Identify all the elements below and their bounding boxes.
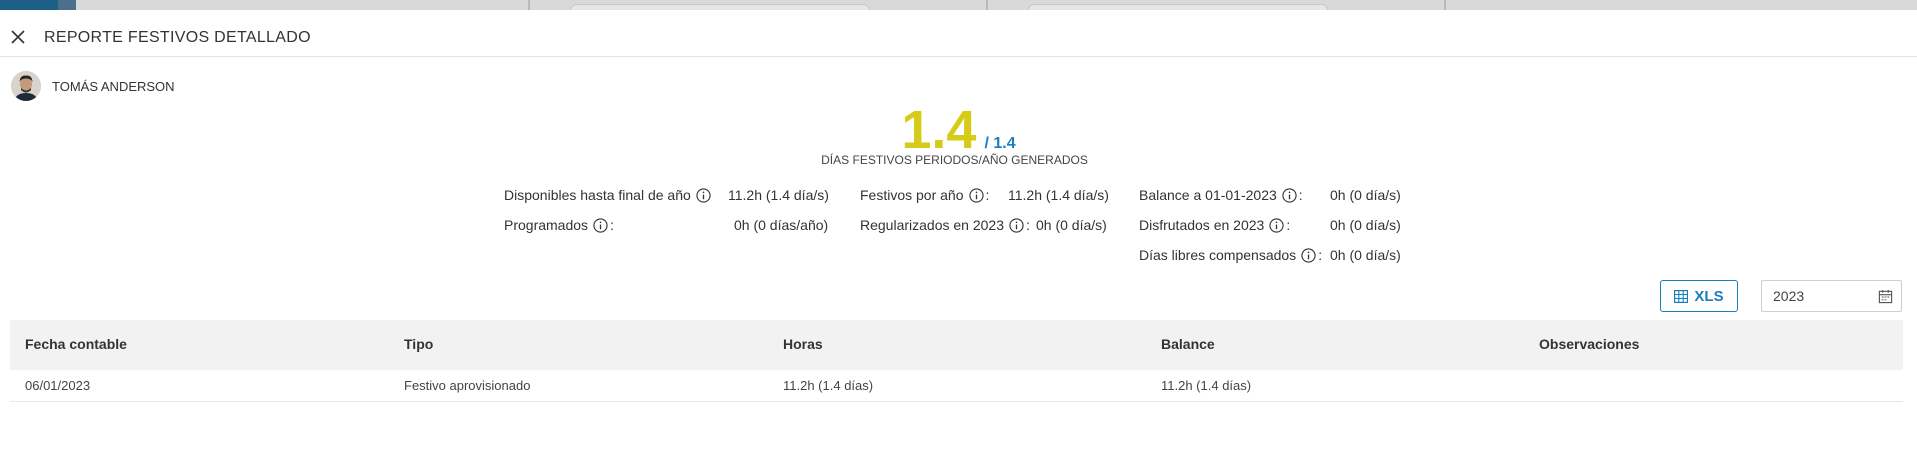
export-xls-button[interactable]: XLS: [1660, 280, 1738, 312]
column-header[interactable]: Horas: [783, 336, 823, 352]
close-icon[interactable]: [10, 29, 26, 45]
year-picker[interactable]: [1761, 280, 1902, 312]
stat-festivos-por-ano: Festivos por año :: [860, 187, 989, 203]
report-panel: REPORTE FESTIVOS DETALLADO TOMÁS ANDERSO…: [0, 10, 1917, 462]
background-page-strip: [0, 0, 1917, 10]
info-icon[interactable]: [696, 187, 711, 203]
colon: :: [1298, 187, 1303, 203]
festivos-table: Fecha contable Tipo Horas Balance Observ…: [10, 320, 1903, 402]
column-header[interactable]: Observaciones: [1539, 336, 1639, 352]
colon: :: [1286, 217, 1291, 233]
summary-caption-text: DÍAS FESTIVOS PERIODOS/AÑO GENERADOS: [821, 153, 1088, 167]
background-divider: [986, 0, 988, 10]
stat-label: Disponibles hasta final de año: [504, 187, 691, 203]
stat-compensados: Días libres compensados :: [1139, 247, 1322, 263]
summary-value: 1.4: [901, 100, 977, 160]
background-divider: [1444, 0, 1446, 10]
summary-counter: 1.4 / 1.4: [0, 102, 1917, 158]
info-icon[interactable]: [1009, 217, 1024, 233]
stat-value: 0h (0 día/s): [1330, 247, 1401, 263]
colon: :: [1026, 217, 1030, 233]
table-icon: [1674, 289, 1689, 303]
table-cell: 06/01/2023: [25, 378, 91, 393]
background-header-block: [0, 0, 58, 10]
stat-value: 0h (0 día/s): [1330, 217, 1401, 233]
calendar-icon[interactable]: [1878, 289, 1893, 304]
table-cell: 11.2h (1.4 días): [1161, 378, 1252, 393]
stat-regularizados: Regularizados en 2023 :: [860, 217, 1030, 233]
page-title: REPORTE FESTIVOS DETALLADO: [44, 29, 311, 46]
user-info: TOMÁS ANDERSON: [11, 71, 175, 101]
background-divider: [528, 0, 530, 10]
summary-total: / 1.4: [984, 135, 1016, 152]
column-header[interactable]: Tipo: [404, 336, 433, 352]
year-input[interactable]: [1773, 288, 1873, 304]
stat-label: Días libres compensados: [1139, 247, 1297, 263]
stat-value: 0h (0 día/s): [1036, 217, 1107, 233]
stat-label: Balance a 01-01-2023: [1139, 187, 1277, 203]
column-header[interactable]: Balance: [1161, 336, 1215, 352]
stat-value: 0h (0 días/año): [734, 217, 829, 233]
table-cell: Festivo aprovisionado: [404, 378, 531, 393]
table-row[interactable]: 06/01/2023 Festivo aprovisionado 11.2h (…: [10, 370, 1903, 402]
stat-value: 11.2h (1.4 día/s): [728, 187, 829, 203]
info-icon[interactable]: [1269, 217, 1284, 233]
xls-label: XLS: [1694, 287, 1724, 305]
info-icon[interactable]: [1282, 187, 1297, 203]
panel-header: REPORTE FESTIVOS DETALLADO: [0, 10, 1917, 57]
column-header[interactable]: Fecha contable: [25, 336, 127, 352]
stat-disfrutados: Disfrutados en 2023 :: [1139, 217, 1290, 233]
colon: :: [1318, 247, 1323, 263]
user-name: TOMÁS ANDERSON: [52, 78, 175, 94]
stat-label: Festivos por año: [860, 187, 964, 203]
table-header: Fecha contable Tipo Horas Balance Observ…: [10, 320, 1903, 370]
background-header-block: [58, 0, 76, 10]
stat-value: 0h (0 día/s): [1330, 187, 1401, 203]
colon: :: [985, 187, 990, 203]
stat-label: Disfrutados en 2023: [1139, 217, 1265, 233]
stat-disponibles: Disponibles hasta final de año: [504, 187, 711, 203]
avatar: [11, 71, 41, 101]
stat-label: Regularizados en 2023: [860, 217, 1004, 233]
stat-programados: Programados :: [504, 217, 614, 233]
info-icon[interactable]: [593, 217, 608, 233]
stat-balance: Balance a 01-01-2023 :: [1139, 187, 1303, 203]
summary-caption: DÍAS FESTIVOS PERIODOS/AÑO GENERADOS: [0, 153, 1917, 167]
table-cell: 11.2h (1.4 días): [783, 378, 874, 393]
info-icon[interactable]: [968, 187, 984, 203]
stat-value: 11.2h (1.4 día/s): [1008, 187, 1109, 203]
info-icon[interactable]: [1301, 247, 1316, 263]
colon: :: [610, 217, 614, 233]
stat-label: Programados: [504, 217, 589, 233]
